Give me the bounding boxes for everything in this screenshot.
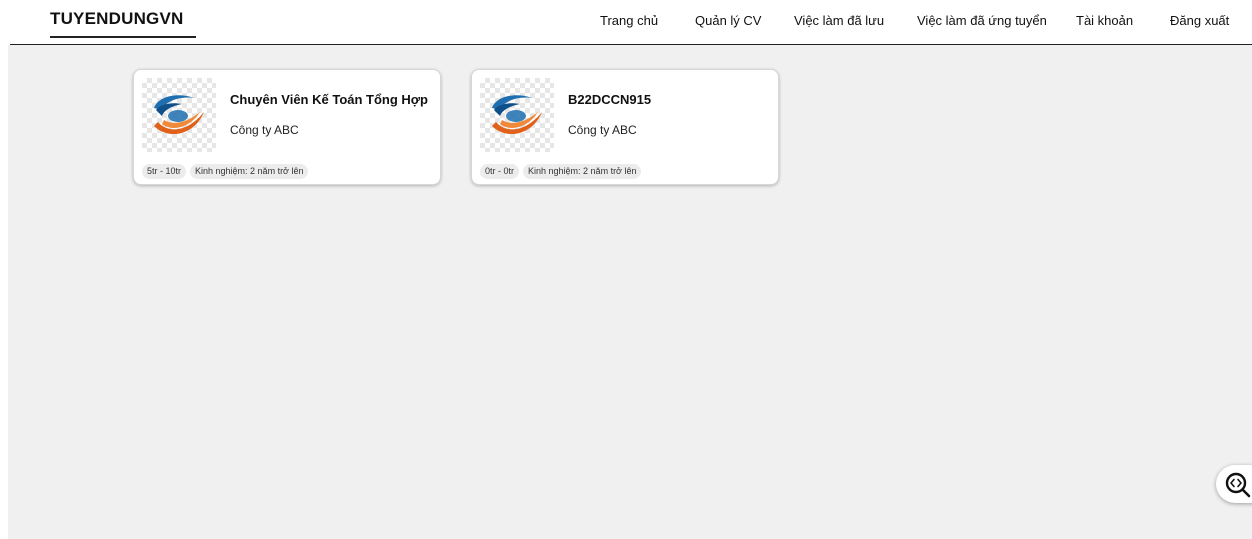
nav-link-account[interactable]: Tài khoản [1076, 13, 1133, 28]
job-card[interactable]: B22DCCN915 Công ty ABC 0tr - 0tr Kinh ng… [471, 69, 779, 185]
company-logo-swoosh-icon [154, 95, 204, 135]
nav-link-manage-cv[interactable]: Quản lý CV [695, 13, 761, 28]
zoom-code-icon [1225, 472, 1251, 498]
nav-link-home[interactable]: Trang chủ [600, 13, 658, 28]
job-tags: 0tr - 0tr Kinh nghiệm: 2 năm trở lên [480, 164, 642, 179]
company-logo [142, 78, 216, 152]
nav-link-applied-jobs[interactable]: Việc làm đã ứng tuyển [917, 13, 1047, 28]
main-content: Chuyên Viên Kế Toán Tổng Hợp Công ty ABC… [8, 45, 1252, 539]
salary-tag: 0tr - 0tr [480, 164, 520, 179]
brand-underline [50, 36, 196, 38]
job-tags: 5tr - 10tr Kinh nghiệm: 2 năm trở lên [142, 164, 309, 179]
brand-logo-text[interactable]: TUYENDUNGVN [50, 9, 184, 29]
nav-link-logout[interactable]: Đăng xuất [1170, 13, 1229, 28]
nav-link-saved-jobs[interactable]: Việc làm đã lưu [794, 13, 884, 28]
company-name: Công ty ABC [230, 123, 299, 137]
zoom-code-button[interactable] [1216, 465, 1252, 503]
company-logo [480, 78, 554, 152]
experience-tag: Kinh nghiệm: 2 năm trở lên [523, 164, 642, 179]
company-logo-swoosh-icon [492, 95, 542, 135]
job-card[interactable]: Chuyên Viên Kế Toán Tổng Hợp Công ty ABC… [133, 69, 441, 185]
job-title[interactable]: B22DCCN915 [568, 92, 651, 107]
experience-tag: Kinh nghiệm: 2 năm trở lên [190, 164, 309, 179]
top-navbar: TUYENDUNGVN Trang chủ Quản lý CV Việc là… [10, 0, 1252, 45]
company-name: Công ty ABC [568, 123, 637, 137]
job-title[interactable]: Chuyên Viên Kế Toán Tổng Hợp [230, 92, 428, 107]
salary-tag: 5tr - 10tr [142, 164, 187, 179]
